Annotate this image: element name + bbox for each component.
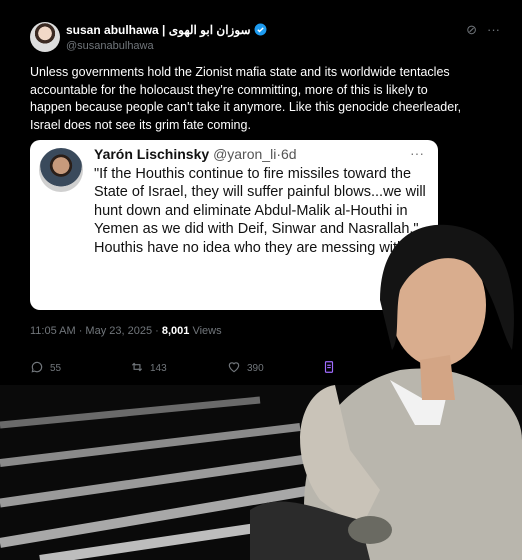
- verified-badge-icon: [254, 23, 267, 36]
- repost-icon: [131, 362, 143, 372]
- woman-photo: [250, 224, 522, 560]
- quote-header: Yarón Lischinsky @yaron_li·6d: [94, 146, 297, 162]
- more-icon[interactable]: ···: [487, 22, 500, 37]
- quote-author-handle[interactable]: @yaron_li: [213, 146, 276, 162]
- repost-button[interactable]: 143: [130, 360, 167, 374]
- quote-author-avatar[interactable]: [39, 148, 83, 192]
- views-label: Views: [189, 325, 222, 337]
- quote-author-name[interactable]: Yarón Lischinsky: [94, 146, 209, 162]
- reply-count: 55: [50, 363, 62, 374]
- reply-icon: [31, 361, 43, 373]
- author-handle[interactable]: @susanabulhawa: [66, 40, 154, 52]
- views-count: 8,001: [161, 325, 190, 337]
- tweet-meta: 11:05 AM · May 23, 2025 · 8,001 Views: [30, 325, 222, 337]
- quote-more-icon[interactable]: ···: [410, 145, 424, 161]
- tweet-timestamp[interactable]: 11:05 AM · May 23, 2025 ·: [30, 325, 162, 337]
- tweet-header: susan abulhawa | سوزان ابو الهوى @susana…: [30, 22, 500, 56]
- like-icon: [228, 362, 240, 373]
- grok-icon[interactable]: ⊘: [466, 22, 477, 37]
- repost-count: 143: [150, 363, 167, 374]
- header-actions: ⊘ ···: [456, 22, 500, 38]
- author-name[interactable]: susan abulhawa | سوزان ابو الهوى: [66, 23, 267, 37]
- author-avatar[interactable]: [30, 22, 60, 52]
- quote-age: 6d: [280, 146, 297, 162]
- tweet-text: Unless governments hold the Zionist mafi…: [30, 65, 462, 132]
- reply-button[interactable]: 55: [30, 360, 61, 374]
